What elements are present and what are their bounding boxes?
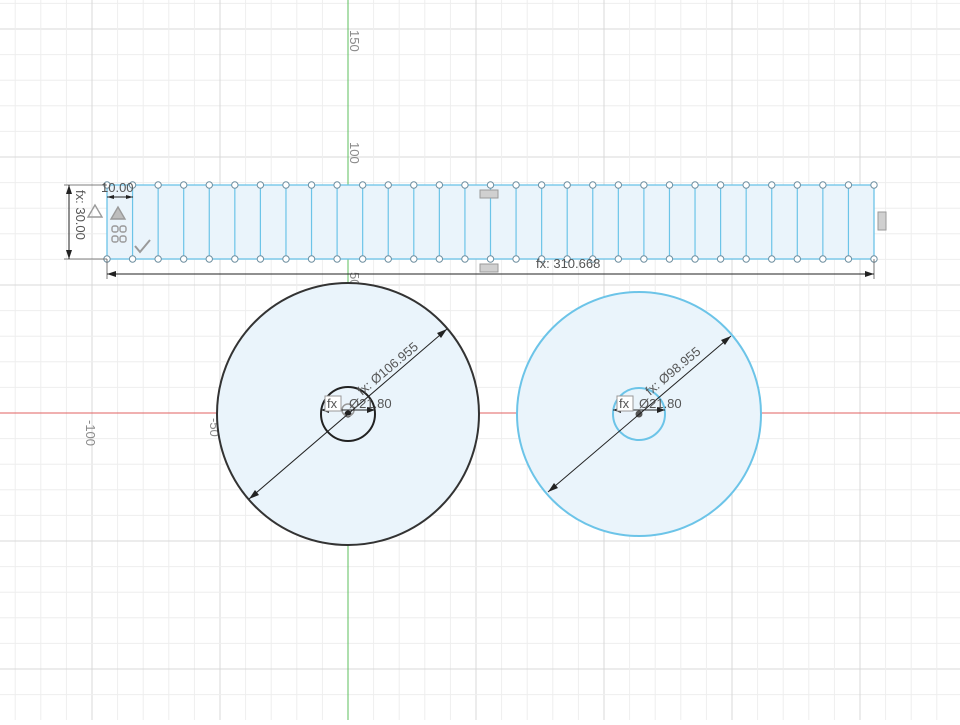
sketch-point[interactable] (819, 255, 827, 263)
sketch-point[interactable] (282, 255, 290, 263)
circle-1-inner-label[interactable]: Ø21.80 (349, 396, 392, 411)
sketch-point[interactable] (384, 181, 392, 189)
sketch-point[interactable] (512, 181, 520, 189)
sketch-point[interactable] (665, 181, 674, 189)
sketch-point[interactable] (461, 255, 469, 263)
axis-label-150: 150 (347, 30, 362, 52)
circle-2-fx-text: fx (619, 396, 630, 411)
sketch-point[interactable] (205, 181, 213, 189)
sketch-point[interactable] (154, 255, 162, 263)
sketch-point[interactable] (256, 255, 265, 263)
sketch-point[interactable] (486, 181, 495, 189)
sketch-point[interactable] (793, 255, 801, 263)
sketch-point[interactable] (640, 255, 648, 263)
strip-width-label[interactable]: fx: 310.668 (536, 256, 600, 271)
sketch-point[interactable] (231, 255, 239, 263)
sketch-point[interactable] (870, 181, 878, 189)
sketch-point[interactable] (435, 181, 444, 189)
sketch-point[interactable] (256, 181, 265, 189)
sketch-point[interactable] (154, 181, 162, 189)
sketch-point[interactable] (486, 255, 495, 263)
sketch-point[interactable] (384, 255, 392, 263)
sketch-point[interactable] (691, 255, 699, 263)
sketch-point[interactable] (512, 255, 520, 263)
sketch-point[interactable] (844, 255, 853, 263)
sketch-point[interactable] (358, 255, 367, 263)
sketch-point[interactable] (307, 255, 316, 263)
sketch-point[interactable] (333, 255, 341, 263)
sketch-point[interactable] (716, 255, 725, 263)
sketch-point[interactable] (128, 255, 137, 263)
sketch-point[interactable] (665, 255, 674, 263)
circle-2[interactable]: fx: Ø98.955 fx Ø21.80 (516, 291, 762, 537)
sketch-point[interactable] (614, 181, 623, 189)
sketch-point[interactable] (691, 181, 699, 189)
sketch-point[interactable] (768, 255, 776, 263)
strip-height-dimension[interactable]: fx: 30.00 (64, 184, 107, 260)
sketch-point[interactable] (819, 181, 827, 189)
sketch-point[interactable] (793, 181, 801, 189)
sketch-point[interactable] (589, 181, 597, 189)
sketch-point[interactable] (461, 181, 469, 189)
circle-2-inner-label[interactable]: Ø21.80 (639, 396, 682, 411)
axis-label-neg100: -100 (83, 420, 98, 446)
sketch-point[interactable] (563, 181, 571, 189)
sketch-point[interactable] (180, 181, 188, 189)
sketch-point[interactable] (410, 255, 418, 263)
sketch-point[interactable] (768, 181, 776, 189)
sketch-point[interactable] (614, 255, 623, 263)
sketch-point[interactable] (333, 181, 341, 189)
sketch-point[interactable] (640, 181, 648, 189)
axis-label-100: 100 (347, 142, 362, 164)
strip-height-label[interactable]: fx: 30.00 (73, 190, 88, 240)
segment-width-label[interactable]: 10.00 (101, 180, 134, 195)
sketch-svg[interactable]: 150 100 50 -100 -50 fx: 310.668 fx: 30.0… (0, 0, 960, 720)
sketch-point[interactable] (307, 181, 316, 189)
sketch-point[interactable] (716, 181, 725, 189)
sketch-canvas[interactable]: 150 100 50 -100 -50 fx: 310.668 fx: 30.0… (0, 0, 960, 720)
triangle-constraint-icon[interactable] (86, 203, 104, 218)
sketch-point[interactable] (537, 181, 546, 189)
sketch-point[interactable] (742, 255, 750, 263)
sketch-point[interactable] (282, 181, 290, 189)
circle-1[interactable]: fx: Ø106.955 fx Ø21.80 (216, 282, 480, 546)
sketch-point[interactable] (231, 181, 239, 189)
sketch-point[interactable] (742, 181, 750, 189)
sketch-point[interactable] (205, 255, 213, 263)
sketch-point[interactable] (844, 181, 853, 189)
sketch-point[interactable] (435, 255, 444, 263)
circle-1-fx-text: fx (327, 396, 338, 411)
sketch-point[interactable] (180, 255, 188, 263)
sketch-grid (0, 0, 960, 720)
sketch-point[interactable] (358, 181, 367, 189)
sketch-point[interactable] (410, 181, 418, 189)
